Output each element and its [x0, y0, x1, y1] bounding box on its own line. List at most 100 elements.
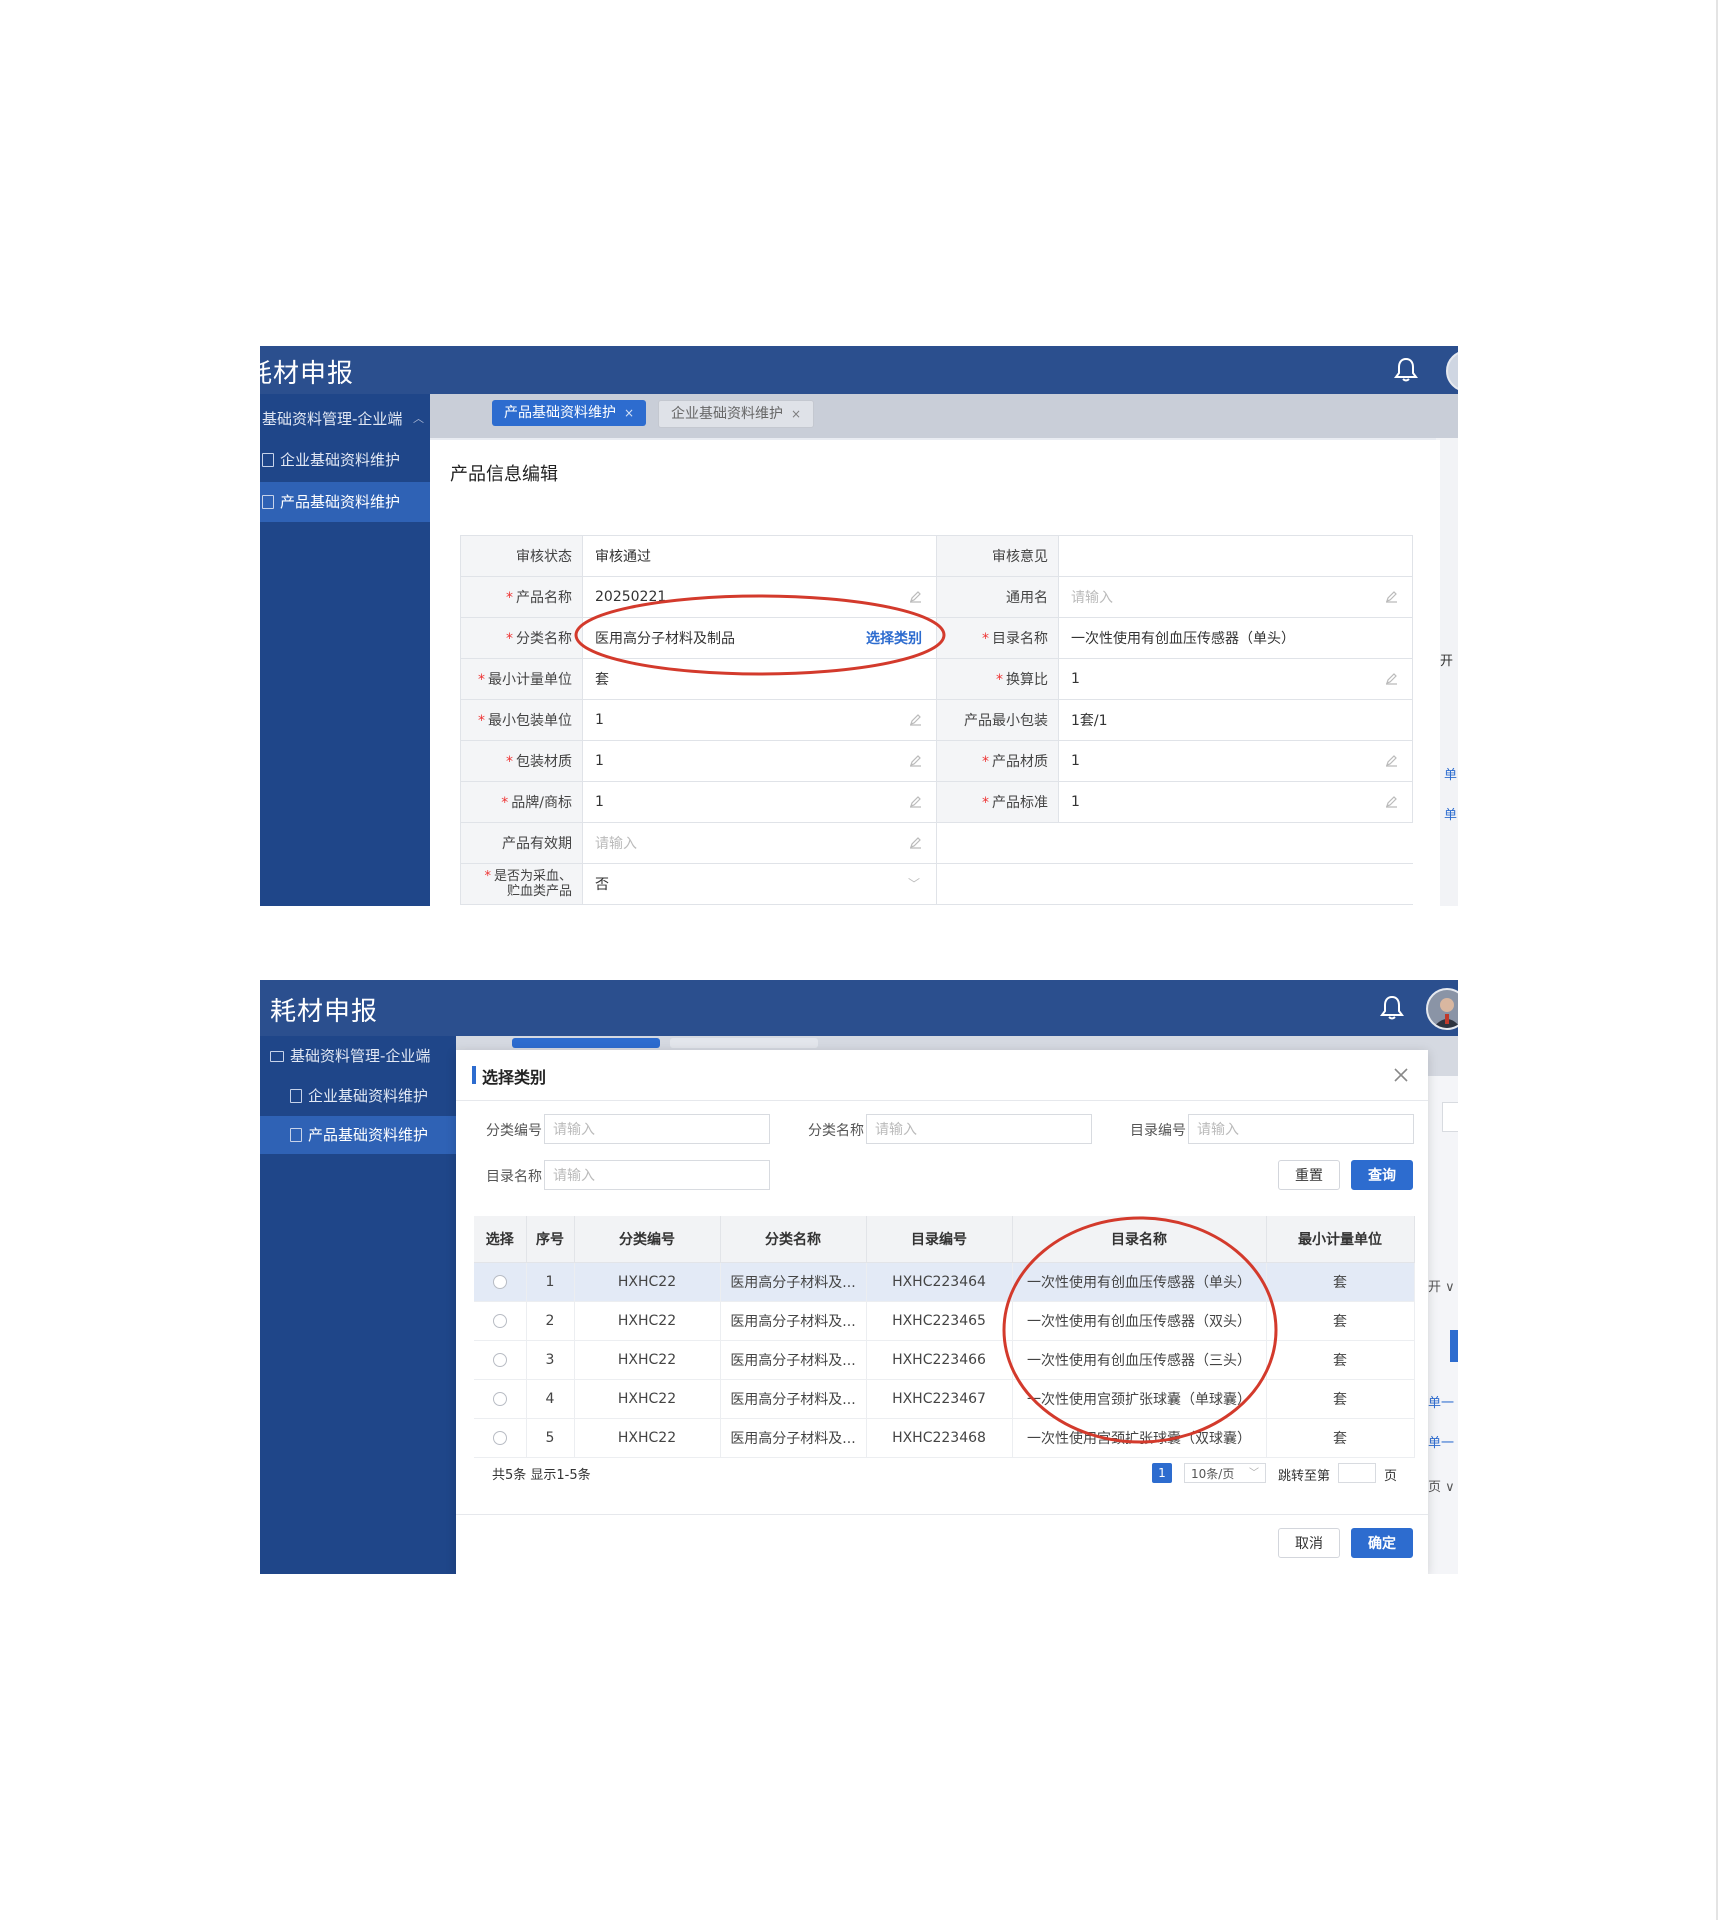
product-min-pack-label: 产品最小包装 — [936, 699, 1059, 741]
radio-icon[interactable] — [492, 1431, 507, 1445]
table-header-row: 选择 序号 分类编号 分类名称 目录编号 目录名称 最小计量单位 — [474, 1216, 1415, 1263]
radio-icon[interactable] — [492, 1314, 507, 1328]
confirm-button[interactable]: 确定 — [1351, 1528, 1413, 1558]
app-title: 耗材申报 — [270, 997, 379, 1027]
product-standard-label: * 产品标准 — [936, 781, 1059, 823]
radio-icon[interactable] — [492, 1353, 507, 1367]
sidebar-item-label: 企业基础资料维护 — [308, 1087, 429, 1105]
close-icon[interactable] — [1392, 1066, 1410, 1084]
page-size-select[interactable]: 10条/页 ﹀ — [1184, 1463, 1266, 1483]
sidebar-group[interactable]: 基础资料管理-企业端 ︿ — [260, 404, 430, 434]
sidebar-item-enterprise[interactable]: 企业基础资料维护 — [260, 1078, 428, 1114]
pencil-icon — [910, 591, 921, 603]
row-catalog-name: 一次性使用宫颈扩张球囊（单球囊） — [1012, 1379, 1267, 1419]
panel-title: 产品信息编辑 — [450, 464, 558, 485]
tab-enterprise-maintenance[interactable] — [670, 1038, 818, 1048]
validity-field[interactable]: 请输入 — [582, 822, 937, 864]
tab-bar: 产品基础资料维护 × 企业基础资料维护 × — [430, 394, 1458, 438]
bell-icon[interactable] — [1380, 995, 1404, 1021]
row-no: 4 — [526, 1379, 575, 1419]
row-catalog-code: HXHC223464 — [866, 1262, 1013, 1302]
ratio-field[interactable]: 1 — [1058, 658, 1413, 700]
page-number-current[interactable]: 1 — [1152, 1463, 1172, 1483]
pack-material-field[interactable]: 1 — [582, 740, 937, 782]
catalog-name-input[interactable]: 请输入 — [544, 1160, 770, 1190]
row-category-name: 医用高分子材料及... — [720, 1301, 867, 1341]
cancel-button[interactable]: 取消 — [1278, 1528, 1340, 1558]
column-header: 最小计量单位 — [1266, 1216, 1415, 1263]
product-material-field[interactable]: 1 — [1058, 740, 1413, 782]
sidebar-item-product[interactable]: 产品基础资料维护 — [260, 482, 430, 522]
radio-icon[interactable] — [492, 1275, 507, 1289]
tab-enterprise-maintenance[interactable]: 企业基础资料维护 × — [658, 400, 815, 428]
row-radio[interactable] — [474, 1418, 527, 1458]
row-unit: 套 — [1266, 1379, 1415, 1419]
row-category-code: HXHC22 — [574, 1301, 721, 1341]
pagination-summary: 共5条 显示1-5条 — [492, 1468, 591, 1483]
document-icon — [262, 453, 274, 467]
sidebar-item-label: 企业基础资料维护 — [280, 451, 401, 469]
sidebar-item-label: 产品基础资料维护 — [308, 1126, 429, 1144]
column-header: 目录名称 — [1012, 1216, 1267, 1263]
document-icon — [262, 495, 274, 509]
pencil-icon — [1386, 673, 1397, 685]
blood-product-select[interactable]: 否 ﹀ — [582, 863, 937, 905]
bell-icon[interactable] — [1394, 357, 1418, 383]
row-category-name: 医用高分子材料及... — [720, 1379, 867, 1419]
table-row[interactable]: 2 HXHC22 医用高分子材料及... HXHC223465 一次性使用有创血… — [474, 1301, 1415, 1341]
sidebar-item-product[interactable]: 产品基础资料维护 — [260, 1116, 456, 1154]
product-name-field[interactable]: 20250221 — [582, 576, 937, 618]
tab-product-maintenance[interactable]: 产品基础资料维护 × — [492, 400, 647, 426]
category-name-input[interactable]: 请输入 — [866, 1114, 1092, 1144]
table-row[interactable]: 5 HXHC22 医用高分子材料及... HXHC223468 一次性使用宫颈扩… — [474, 1418, 1415, 1458]
select-category-link[interactable]: 选择类别 — [866, 628, 922, 648]
blood-product-label: * 是否为采血、 贮血类产品 — [460, 863, 583, 905]
radio-icon[interactable] — [492, 1392, 507, 1406]
empty-cell — [936, 822, 1413, 864]
sidebar-group[interactable]: 基础资料管理-企业端 — [260, 1040, 430, 1072]
row-radio[interactable] — [474, 1379, 527, 1419]
category-table: 选择 序号 分类编号 分类名称 目录编号 目录名称 最小计量单位 1 HXHC2… — [474, 1216, 1415, 1458]
table-row[interactable]: 4 HXHC22 医用高分子材料及... HXHC223467 一次性使用宫颈扩… — [474, 1379, 1415, 1419]
title-marker — [472, 1066, 476, 1084]
category-code-input[interactable]: 请输入 — [544, 1114, 770, 1144]
pencil-icon — [910, 796, 921, 808]
chevron-down-icon: ﹀ — [907, 877, 920, 891]
background-input — [1442, 1102, 1458, 1132]
background-text: 单一 — [1428, 1396, 1455, 1411]
catalog-code-input[interactable]: 请输入 — [1188, 1114, 1414, 1144]
category-name-label: * 分类名称 — [460, 617, 583, 659]
background-text: 开 ∨ — [1428, 1280, 1455, 1295]
sidebar: 基础资料管理-企业端 企业基础资料维护 产品基础资料维护 — [260, 1036, 456, 1574]
jump-page-input[interactable] — [1338, 1463, 1376, 1483]
sidebar-item-label: 产品基础资料维护 — [280, 493, 401, 511]
row-radio[interactable] — [474, 1301, 527, 1341]
close-icon[interactable]: × — [624, 406, 634, 420]
empty-cell — [936, 863, 1413, 905]
background-button — [1450, 1330, 1458, 1362]
row-radio[interactable] — [474, 1262, 527, 1302]
tab-product-maintenance[interactable] — [512, 1038, 660, 1048]
close-icon[interactable]: × — [791, 407, 801, 421]
pencil-icon — [910, 714, 921, 726]
sidebar-item-enterprise[interactable]: 企业基础资料维护 — [260, 442, 430, 478]
reset-button[interactable]: 重置 — [1278, 1160, 1340, 1190]
footer-divider — [456, 1514, 1428, 1515]
query-button[interactable]: 查询 — [1351, 1160, 1413, 1190]
row-radio[interactable] — [474, 1340, 527, 1380]
pencil-icon — [910, 755, 921, 767]
product-standard-field[interactable]: 1 — [1058, 781, 1413, 823]
pencil-icon — [910, 837, 921, 849]
row-category-code: HXHC22 — [574, 1340, 721, 1380]
brand-field[interactable]: 1 — [582, 781, 937, 823]
table-row[interactable]: 1 HXHC22 医用高分子材料及... HXHC223464 一次性使用有创血… — [474, 1262, 1415, 1302]
common-name-field[interactable]: 请输入 — [1058, 576, 1413, 618]
avatar[interactable] — [1446, 350, 1458, 392]
min-pack-unit-field[interactable]: 1 — [582, 699, 937, 741]
catalog-name-value: 一次性使用有创血压传感器（单头） — [1058, 617, 1413, 659]
table-row[interactable]: 3 HXHC22 医用高分子材料及... HXHC223466 一次性使用有创血… — [474, 1340, 1415, 1380]
avatar[interactable] — [1426, 988, 1458, 1030]
row-category-name: 医用高分子材料及... — [720, 1262, 867, 1302]
category-name-label: 分类名称 — [808, 1123, 864, 1139]
page-suffix: 页 — [1384, 1469, 1398, 1484]
